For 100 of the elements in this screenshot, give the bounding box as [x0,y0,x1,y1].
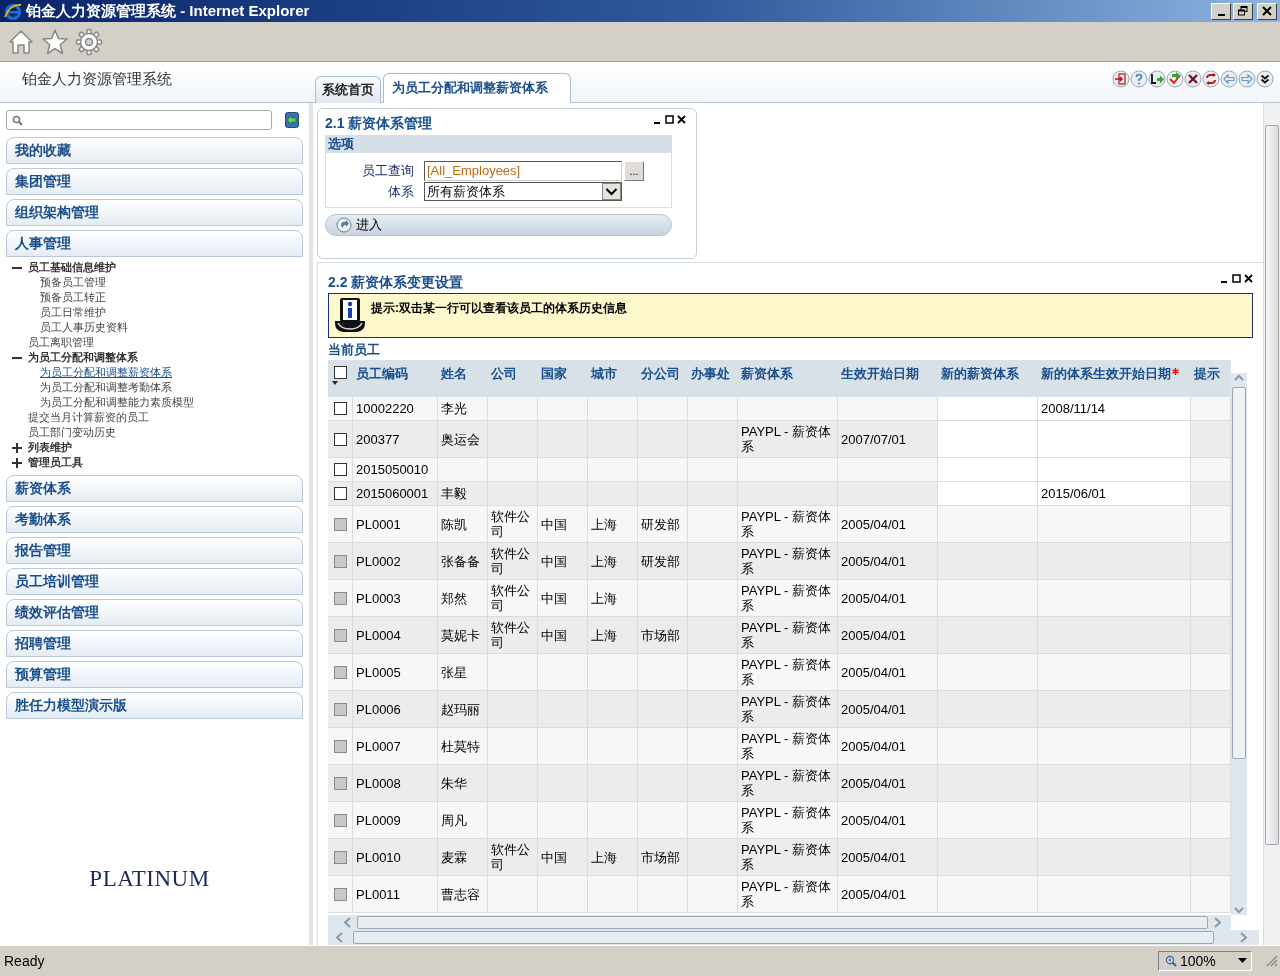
scroll-down-icon[interactable] [1233,905,1245,915]
sidebar-section[interactable]: 集团管理 [6,168,303,195]
system-dropdown[interactable]: 所有薪资体系 [424,182,622,201]
tree-link[interactable]: 员工部门变动历史 [28,425,116,440]
tree-link[interactable]: 员工日常维护 [40,305,106,320]
sidebar-section[interactable]: 薪资体系 [6,475,303,502]
section-header: 选项 [325,135,672,153]
close-icon[interactable] [677,115,686,124]
table-horizontal-scrollbar[interactable] [328,915,1231,930]
column-header[interactable]: 生效开始日期 [841,365,919,383]
exit-icon[interactable] [1112,70,1130,88]
column-header[interactable]: 办事处 [691,365,730,383]
tree-link[interactable]: 为员工分配和调整能力素质模型 [40,395,194,410]
expand-icon[interactable] [12,442,22,453]
sidebar-section[interactable]: 绩效评估管理 [6,599,303,626]
restore-button[interactable] [1233,2,1253,20]
column-header[interactable]: 城市 [591,365,617,383]
panel-title: 2.1 薪资体系管理 [325,115,434,133]
scroll-up-icon[interactable] [1233,373,1245,383]
tab[interactable]: 为员工分配和调整薪资体系 [383,73,571,103]
column-header[interactable]: 新的薪资体系 [941,365,1019,383]
sidebar-section[interactable]: 考勤体系 [6,506,303,533]
search-field[interactable] [6,110,272,130]
close-button[interactable] [1257,2,1277,20]
row-checkbox[interactable] [334,487,347,500]
tab[interactable]: 系统首页 [315,76,381,103]
select-all-checkbox[interactable] [334,366,347,379]
scroll-right-icon[interactable] [1212,916,1223,929]
sidebar-section[interactable]: 招聘管理 [6,630,303,657]
group-title: 当前员工 [328,341,381,359]
table-cell: 2015/06/01 [1038,482,1191,506]
tree-folder[interactable]: 列表维护 [28,440,72,455]
info-icon [333,297,367,333]
panel-title: 2.2 薪资体系变更设置 [328,274,465,292]
sidebar-section[interactable]: 预算管理 [6,661,303,688]
refresh-icon[interactable] [1202,70,1220,88]
scroll-left-icon[interactable] [334,931,345,944]
tree-folder[interactable]: 员工基础信息维护 [28,260,116,275]
app-title: 铂金人力资源管理系统 [21,69,173,89]
sidebar-section[interactable]: 组织架构管理 [6,199,303,226]
tree-folder[interactable]: 管理员工具 [28,455,83,470]
cross-icon[interactable] [1184,70,1202,88]
table-cell [688,876,738,913]
collapse-panel-icon[interactable] [285,112,299,128]
tree-link[interactable]: 员工人事历史资料 [40,320,128,335]
column-header[interactable]: 提示 [1194,365,1220,383]
column-header[interactable]: 薪资体系 [741,365,793,383]
enter-button[interactable]: 进入 [325,214,672,236]
logo-text: PLATINUM [89,866,210,892]
tree-link[interactable]: 为员工分配和调整薪资体系 [40,365,172,380]
close-icon[interactable] [1244,274,1253,283]
row-checkbox[interactable] [334,463,347,476]
close-icon [1262,6,1272,16]
hint-text: 提示:双击某一行可以查看该员工的体系历史信息 [371,300,627,317]
sidebar-section[interactable]: 报告管理 [6,537,303,564]
column-header[interactable]: 国家 [541,365,567,383]
employee-query-field[interactable]: [All_Employees] [424,161,622,181]
sidebar-section[interactable]: 员工培训管理 [6,568,303,595]
scroll-left-icon[interactable] [342,916,353,929]
tree-link[interactable]: 员工离职管理 [28,335,94,350]
restore-icon [1238,6,1248,16]
minimize-button[interactable] [1211,2,1231,20]
row-checkbox[interactable] [334,432,347,446]
column-header[interactable]: 分公司 [641,365,680,383]
sidebar-section[interactable]: 人事管理 [6,230,303,257]
sidebar-section[interactable]: 胜任力模型演示版 [6,692,303,719]
home-icon[interactable] [7,27,35,56]
column-header[interactable]: 姓名 [441,365,467,383]
tree-link[interactable]: 预备员工管理 [40,275,106,290]
page-scrollbar[interactable] [1263,103,1280,945]
scroll-right-icon[interactable] [1238,931,1249,944]
panel-horizontal-scrollbar[interactable] [328,930,1259,945]
table-cell [538,876,588,913]
double-chevron-icon[interactable] [1256,70,1274,88]
left-arrow-icon[interactable] [1220,70,1238,88]
table-vertical-scrollbar[interactable] [1231,373,1247,915]
row-checkbox[interactable] [334,402,347,415]
help-icon[interactable] [1130,70,1148,88]
sort-caret-icon[interactable] [332,381,338,385]
column-header[interactable]: 员工编码 [356,365,408,383]
tree-folder[interactable]: 为员工分配和调整体系 [28,350,138,365]
tree-link[interactable]: 为员工分配和调整考勤体系 [40,380,172,395]
gear-icon[interactable] [75,27,103,56]
resize-grip-icon[interactable] [1266,955,1278,967]
table-cell: 2005/04/01 [838,876,938,913]
table-cell [588,876,638,913]
column-header[interactable]: 公司 [491,365,517,383]
status-text: Ready [4,953,46,969]
tree-link[interactable]: 预备员工转正 [40,290,106,305]
maximize-icon[interactable] [1232,274,1241,283]
window-title: 铂金人力资源管理系统 - Internet Explorer [26,1,311,21]
sidebar-section[interactable]: 我的收藏 [6,137,303,164]
expand-icon[interactable] [12,457,22,468]
table-cell [638,876,688,913]
column-header[interactable]: 新的体系生效开始日期 [1041,365,1171,383]
maximize-icon[interactable] [665,115,674,124]
browse-button[interactable]: ... [624,161,644,181]
tree-link[interactable]: 提交当月计算薪资的员工 [28,410,149,425]
star-icon[interactable] [41,27,69,56]
zoom-control[interactable]: 100% [1158,951,1252,971]
